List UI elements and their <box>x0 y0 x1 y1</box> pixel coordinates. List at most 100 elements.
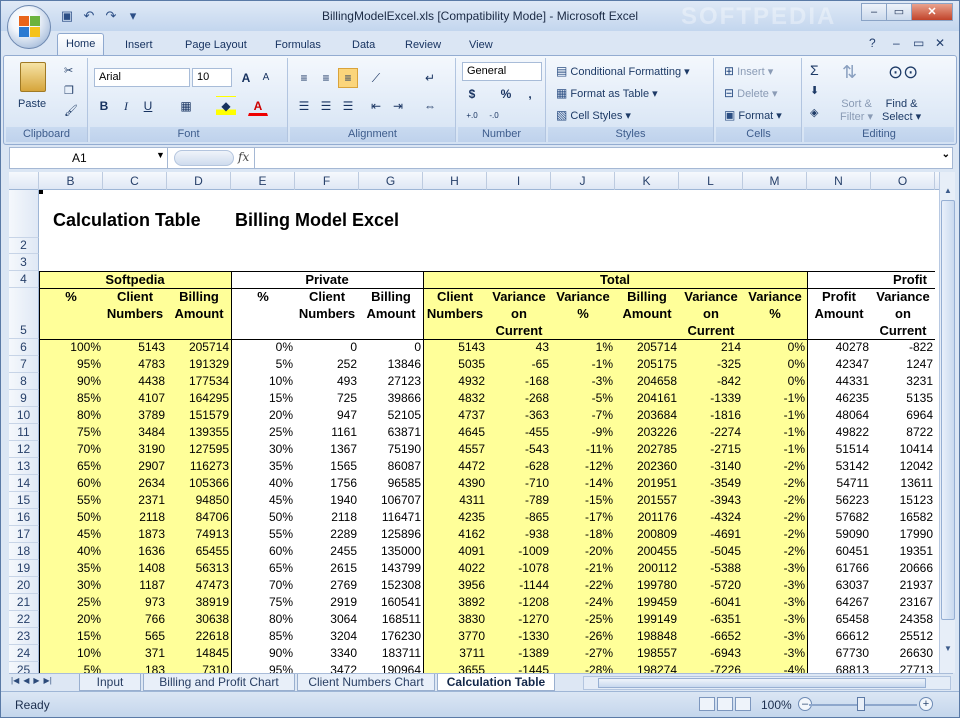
increase-indent-icon[interactable]: ⇥ <box>388 96 408 116</box>
column-header-e[interactable]: E <box>231 172 295 190</box>
help-icon[interactable]: ? <box>869 36 876 50</box>
restore-button[interactable]: ▭ <box>886 3 912 21</box>
align-middle-icon[interactable]: ≡ <box>316 68 336 88</box>
name-box-dropdown-icon[interactable]: ▼ <box>156 150 165 160</box>
office-button[interactable] <box>7 5 51 49</box>
increase-decimal-button[interactable]: +.0 <box>462 106 482 126</box>
find-select-button[interactable]: Find & Select ▾ <box>882 98 921 123</box>
expand-formula-bar-icon[interactable]: ⌄ <box>942 149 950 160</box>
column-header-i[interactable]: I <box>487 172 551 190</box>
vertical-scroll-thumb[interactable] <box>941 200 955 620</box>
row-header-top[interactable] <box>9 190 39 238</box>
orientation-icon[interactable]: ⟋ <box>366 68 386 88</box>
font-size-select[interactable]: 10 <box>192 68 232 87</box>
wrap-text-icon[interactable]: ↵ <box>420 68 440 88</box>
fill-icon[interactable]: ⬇ <box>810 84 819 97</box>
delete-cells-button[interactable]: ⊟ Delete ▾ <box>724 86 778 100</box>
align-left-icon[interactable]: ☰ <box>294 96 314 116</box>
sheet-tab-input[interactable]: Input <box>79 674 141 691</box>
page-break-view-icon[interactable] <box>735 697 751 711</box>
row-header-17[interactable]: 17 <box>9 526 39 543</box>
vertical-scrollbar[interactable]: ▲ ▼ <box>939 172 955 673</box>
insert-function-button[interactable]: fx <box>238 150 249 164</box>
row-header-4[interactable]: 4 <box>9 271 39 288</box>
format-cells-button[interactable]: ▣ Format ▾ <box>724 108 782 122</box>
format-painter-icon[interactable]: 🖌 <box>64 104 78 117</box>
formula-input[interactable] <box>254 148 934 168</box>
decrease-indent-icon[interactable]: ⇤ <box>366 96 386 116</box>
minimize-button[interactable]: – <box>861 3 887 21</box>
row-header-11[interactable]: 11 <box>9 424 39 441</box>
bold-button[interactable]: B <box>94 96 114 116</box>
copy-icon[interactable]: ❐ <box>64 84 74 97</box>
column-header-o[interactable]: O <box>871 172 935 190</box>
sheet-tab-billing-profit-chart[interactable]: Billing and Profit Chart <box>143 674 295 691</box>
row-header-23[interactable]: 23 <box>9 628 39 645</box>
row-header-19[interactable]: 19 <box>9 560 39 577</box>
column-header-h[interactable]: H <box>423 172 487 190</box>
shrink-font-button[interactable]: A <box>256 68 276 88</box>
first-sheet-icon[interactable]: |◀ <box>11 676 19 685</box>
row-header-16[interactable]: 16 <box>9 509 39 526</box>
name-box[interactable]: A1 <box>10 148 168 168</box>
row-header-10[interactable]: 10 <box>9 407 39 424</box>
ribbon-minimize-icon[interactable]: – <box>893 36 900 50</box>
horizontal-scroll-thumb[interactable] <box>598 678 926 688</box>
clear-icon[interactable]: ◈ <box>810 106 818 119</box>
tab-review[interactable]: Review <box>397 35 449 55</box>
close-button[interactable]: ✕ <box>911 3 953 21</box>
align-center-icon[interactable]: ☰ <box>316 96 336 116</box>
font-name-select[interactable]: Arial <box>94 68 190 87</box>
sheet-tab-calculation-table[interactable]: Calculation Table <box>437 674 555 691</box>
row-header-13[interactable]: 13 <box>9 458 39 475</box>
tab-formulas[interactable]: Formulas <box>267 35 329 55</box>
row-header-20[interactable]: 20 <box>9 577 39 594</box>
sort-filter-button[interactable]: Sort & Filter ▾ <box>840 98 873 123</box>
merge-center-icon[interactable]: ⇔ <box>420 96 440 116</box>
scroll-up-icon[interactable]: ▲ <box>941 184 955 198</box>
align-top-icon[interactable]: ≡ <box>294 68 314 88</box>
column-header-f[interactable]: F <box>295 172 359 190</box>
tab-view[interactable]: View <box>461 35 501 55</box>
insert-cells-button[interactable]: ⊞ Insert ▾ <box>724 64 773 78</box>
underline-button[interactable]: U <box>138 96 158 116</box>
zoom-in-button[interactable]: + <box>919 697 933 711</box>
align-bottom-icon[interactable]: ≡ <box>338 68 358 88</box>
comma-button[interactable]: , <box>520 84 540 104</box>
conditional-formatting-button[interactable]: ▤ Conditional Formatting ▾ <box>556 64 690 78</box>
row-header-15[interactable]: 15 <box>9 492 39 509</box>
ribbon-close-icon[interactable]: ✕ <box>935 36 945 50</box>
column-header-c[interactable]: C <box>103 172 167 190</box>
percent-button[interactable]: % <box>496 84 516 104</box>
last-sheet-icon[interactable]: ▶| <box>44 676 52 685</box>
fill-color-icon[interactable]: ◆ <box>216 96 236 116</box>
row-header-5[interactable]: 5 <box>9 288 39 339</box>
decrease-decimal-button[interactable]: -.0 <box>484 106 504 126</box>
tab-data[interactable]: Data <box>344 35 383 55</box>
select-all-corner[interactable] <box>9 172 39 190</box>
zoom-slider-knob[interactable] <box>857 697 865 711</box>
tab-page-layout[interactable]: Page Layout <box>177 35 255 55</box>
sheet-tab-client-numbers-chart[interactable]: Client Numbers Chart <box>297 674 435 691</box>
number-format-select[interactable]: General <box>462 62 542 81</box>
row-header-3[interactable]: 3 <box>9 254 39 271</box>
column-header-g[interactable]: G <box>359 172 423 190</box>
scroll-down-icon[interactable]: ▼ <box>941 642 955 656</box>
autosum-button[interactable]: Σ <box>810 62 819 78</box>
column-header-k[interactable]: K <box>615 172 679 190</box>
formula-bar-grip[interactable] <box>174 150 234 166</box>
paste-icon[interactable] <box>20 62 46 92</box>
row-header-22[interactable]: 22 <box>9 611 39 628</box>
column-header-l[interactable]: L <box>679 172 743 190</box>
column-header-j[interactable]: J <box>551 172 615 190</box>
currency-button[interactable]: $ <box>462 84 482 104</box>
column-header-b[interactable]: B <box>39 172 103 190</box>
cut-icon[interactable]: ✂ <box>64 64 73 77</box>
spreadsheet-grid[interactable]: BCDEFGHIJKLMNO 2 3 4 5 6 7 8 9 10 11 12 13 14 15 16 17 1… <box>9 172 939 673</box>
row-header-25[interactable]: 25 <box>9 662 39 673</box>
align-right-icon[interactable]: ☰ <box>338 96 358 116</box>
italic-button[interactable]: I <box>116 96 136 116</box>
row-header-21[interactable]: 21 <box>9 594 39 611</box>
row-header-6[interactable]: 6 <box>9 339 39 356</box>
row-header-14[interactable]: 14 <box>9 475 39 492</box>
